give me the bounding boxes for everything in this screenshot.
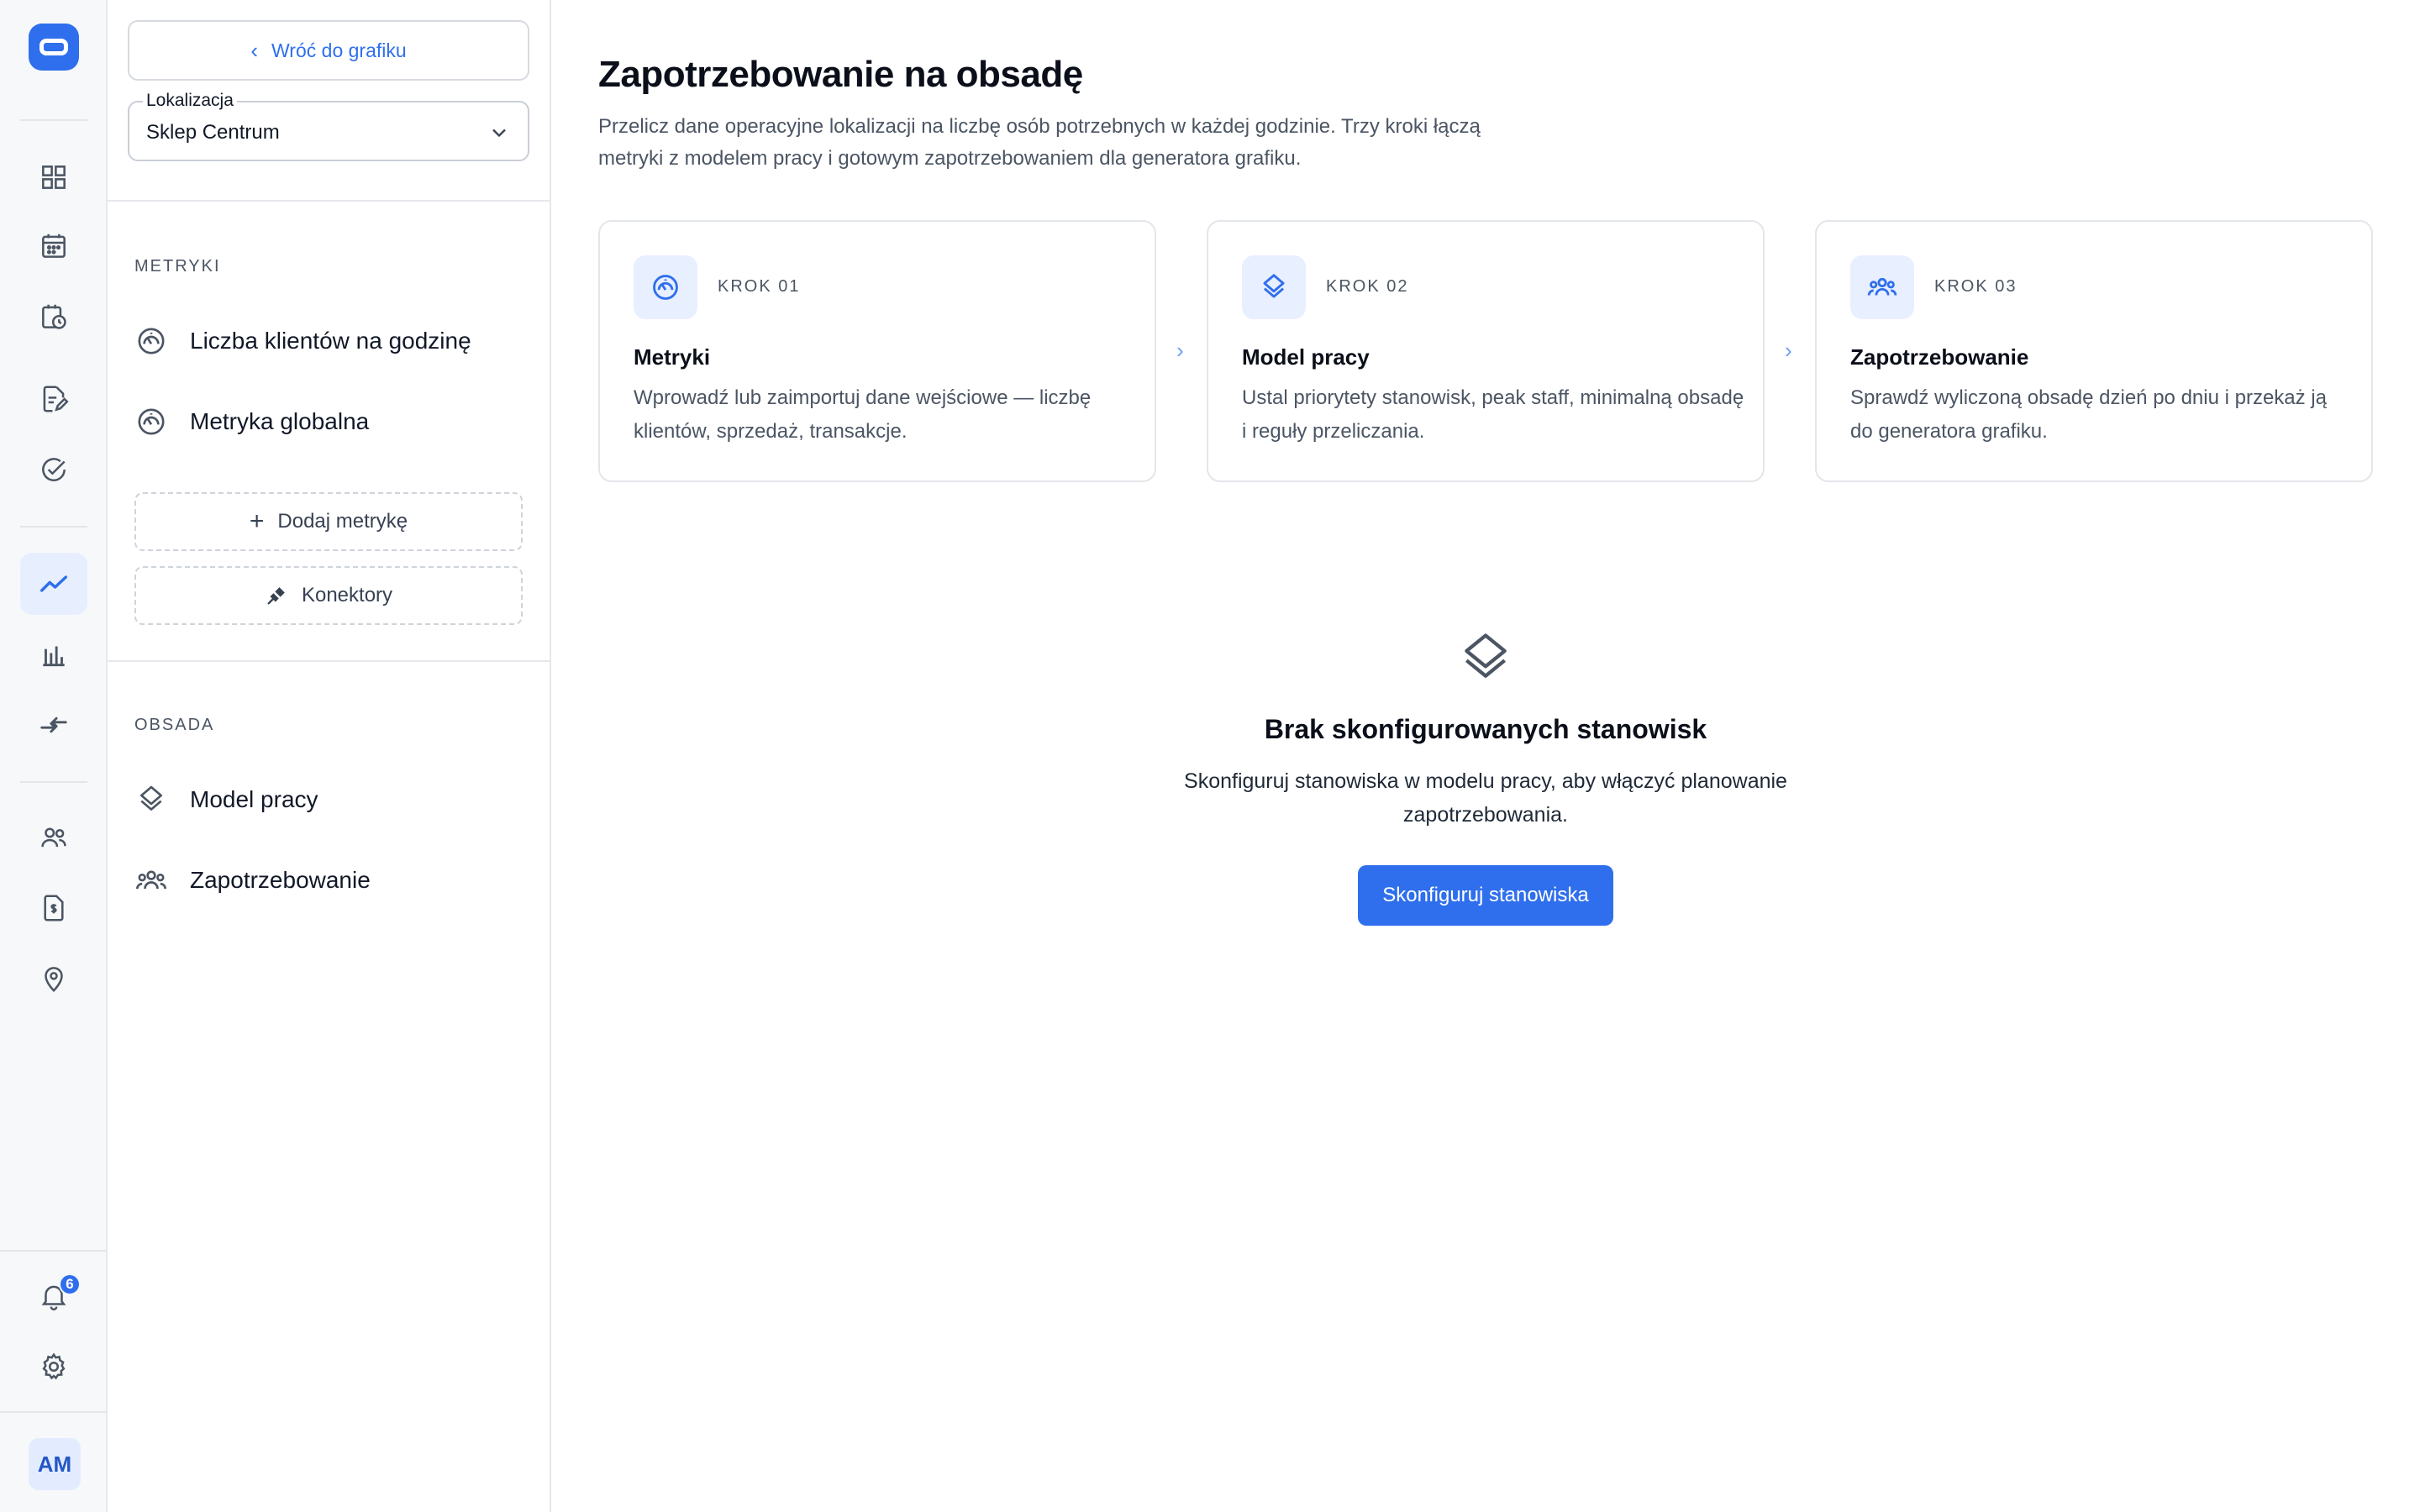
sidebar-item-label: Model pracy: [190, 786, 318, 812]
location-label: Lokalizacja: [143, 91, 237, 111]
schedule-clock-icon[interactable]: [20, 286, 87, 348]
sidebar-item-customers-per-hour[interactable]: Liczba klientów na godzinę: [134, 316, 529, 366]
add-metric-label: Dodaj metrykę: [277, 510, 408, 533]
back-to-schedule-button[interactable]: ‹ Wróć do grafiku: [128, 20, 529, 81]
gauge-icon: [138, 408, 165, 435]
step-kicker: KROK 01: [718, 277, 801, 296]
step-title: Zapotrzebowanie: [1850, 344, 2029, 370]
people-icon[interactable]: [20, 806, 87, 869]
step-description: Sprawdź wyliczoną obsadę dzień po dniu i…: [1850, 386, 2327, 443]
sidebar: ‹ Wróć do grafiku Lokalizacja Sklep Cent…: [108, 0, 551, 1512]
step-card-work-model[interactable]: KROK 02 Model pracy Ustal priorytety sta…: [1207, 220, 1765, 482]
payroll-icon[interactable]: [20, 877, 87, 939]
sidebar-item-label: Zapotrzebowanie: [190, 867, 371, 893]
location-select[interactable]: Lokalizacja Sklep Centrum: [128, 91, 529, 161]
people-icon: [1850, 255, 1914, 319]
location-pin-icon[interactable]: [20, 948, 87, 1010]
step-kicker: KROK 02: [1326, 277, 1409, 296]
main-content: Zapotrzebowanie na obsadę Przelicz dane …: [551, 0, 2420, 1512]
page-title: Zapotrzebowanie na obsadę: [598, 54, 1083, 95]
step-card-metrics[interactable]: KROK 01 Metryki Wprowadź lub zaimportuj …: [598, 220, 1156, 482]
trend-line-icon[interactable]: [20, 553, 87, 615]
plus-icon: +: [249, 507, 265, 535]
app-logo-icon[interactable]: [29, 24, 79, 71]
step-description: Wprowadź lub zaimportuj dane wejściowe —…: [634, 386, 1092, 443]
chevron-left-icon: ‹: [250, 37, 259, 63]
document-edit-icon[interactable]: [20, 368, 87, 430]
sidebar-item-label: Metryka globalna: [190, 408, 370, 434]
chevron-down-icon: [492, 129, 506, 138]
step-title: Model pracy: [1242, 344, 1370, 370]
step-card-demand[interactable]: KROK 03 Zapotrzebowanie Sprawdź wyliczon…: [1815, 220, 2373, 482]
rail-divider: [0, 1411, 108, 1413]
metrics-section-title: METRYKI: [134, 257, 221, 276]
icon-rail: 6 AM: [0, 0, 108, 1512]
gauge-icon: [634, 255, 697, 319]
dashboard-icon[interactable]: [20, 146, 87, 208]
sidebar-item-global-metric[interactable]: Metryka globalna: [134, 396, 529, 447]
bell-icon[interactable]: [20, 1265, 87, 1327]
gear-icon[interactable]: [20, 1336, 87, 1398]
sidebar-item-label: Liczba klientów na godzinę: [190, 328, 471, 354]
configure-positions-button[interactable]: Skonfiguruj stanowiska: [1358, 865, 1613, 926]
bar-chart-icon[interactable]: [20, 623, 87, 685]
step-title: Metryki: [634, 344, 711, 370]
notification-badge: 6: [59, 1273, 81, 1295]
staffing-section-title: OBSADA: [134, 716, 215, 734]
plug-icon: [267, 587, 285, 605]
sidebar-item-work-model[interactable]: Model pracy: [134, 774, 529, 825]
sidebar-divider: [108, 200, 550, 202]
sidebar-divider: [108, 660, 550, 662]
location-value: Sklep Centrum: [146, 121, 280, 144]
empty-state-title: Brak skonfigurowanych stanowisk: [1264, 714, 1707, 744]
layers-icon: [140, 785, 162, 811]
step-description: Ustal priorytety stanowisk, peak staff, …: [1242, 386, 1744, 443]
empty-state-description: Skonfiguruj stanowiska w modelu pracy, a…: [1184, 769, 1787, 827]
layers-icon: [1465, 633, 1507, 678]
sidebar-item-demand[interactable]: Zapotrzebowanie: [134, 855, 529, 906]
chevron-right-icon: ›: [1176, 338, 1184, 363]
swap-icon[interactable]: [20, 694, 87, 756]
avatar[interactable]: AM: [29, 1438, 81, 1490]
layers-icon: [1242, 255, 1306, 319]
connectors-button[interactable]: Konektory: [134, 566, 523, 625]
add-metric-button[interactable]: + Dodaj metrykę: [134, 492, 523, 551]
rail-divider: [20, 526, 87, 528]
connectors-label: Konektory: [301, 584, 393, 606]
back-button-label: Wróć do grafiku: [271, 39, 407, 61]
check-circle-icon[interactable]: [20, 438, 87, 501]
rail-divider: [20, 119, 87, 121]
gauge-icon: [138, 328, 165, 354]
chevron-right-icon: ›: [1785, 338, 1792, 363]
calendar-icon[interactable]: [20, 215, 87, 277]
rail-divider: [20, 781, 87, 783]
page-subtitle: Przelicz dane operacyjne lokalizacji na …: [598, 115, 1481, 170]
step-kicker: KROK 03: [1934, 277, 2018, 296]
people-icon: [136, 870, 166, 890]
rail-divider: [0, 1250, 108, 1252]
